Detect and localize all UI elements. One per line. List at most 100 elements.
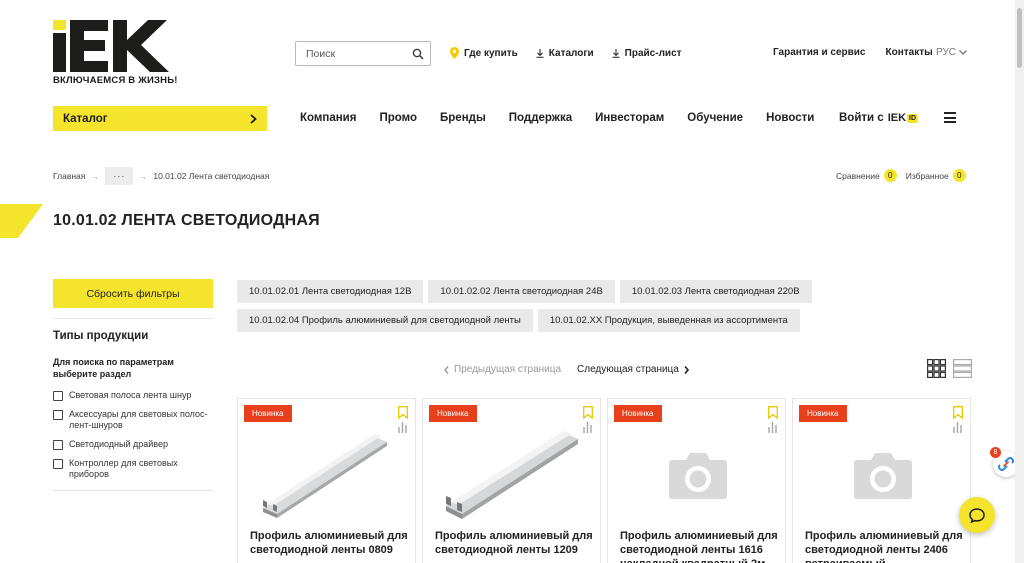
compare-link[interactable]: Сравнение 0 [836,169,897,182]
nav-item-news[interactable]: Новости [766,112,814,124]
filter-option-label: Контроллер для световых приборов [69,458,178,479]
grid-view-icon[interactable] [927,359,946,378]
nav-item-promo[interactable]: Промо [379,112,417,124]
chat-icon [969,507,985,523]
product-image[interactable] [238,427,417,522]
product-name[interactable]: Профиль алюминиевый для светодиодной лен… [805,529,965,563]
next-page-button[interactable]: Следующая страница [577,364,689,375]
list-view-icon[interactable] [953,359,972,378]
subcategory-chip[interactable]: 10.01.02.01 Лента светодиодная 12В [237,280,424,303]
breadcrumb: Главная → ··· → 10.01.02 Лента светодиод… [53,167,269,185]
nav-item-training[interactable]: Обучение [687,112,743,124]
breadcrumb-ellipsis[interactable]: ··· [105,167,134,185]
search-icon[interactable] [412,48,424,60]
iek-id-brand: IEK [887,112,907,124]
chat-button[interactable] [959,497,995,533]
subcategory-chip[interactable]: 10.01.02.03 Лента светодиодная 220В [619,280,812,303]
language-switcher[interactable]: РУС [936,47,967,58]
product-name[interactable]: Профиль алюминиевый для светодиодной лен… [435,529,595,557]
filter-option[interactable]: Аксессуары для световых полос-лент-шнуро… [53,409,213,431]
prev-page-label: Предыдущая страница [454,364,562,375]
filter-option[interactable]: Светодиодный драйвер [53,439,213,450]
where-to-buy-link[interactable]: Где купить [450,47,518,59]
aluminium-profile-image [445,430,578,519]
menu-icon[interactable] [944,112,956,126]
filter-note: Для поиска по параметрам выберите раздел [53,357,174,379]
scrollbar[interactable] [1015,0,1024,563]
iek-logo[interactable] [53,20,185,72]
prev-page-button[interactable]: Предыдущая страница [444,364,561,375]
filter-option[interactable]: Контроллер для световых приборов [53,458,213,480]
bookmark-icon[interactable] [398,406,408,419]
nav-item-investors[interactable]: Инвесторам [595,112,664,124]
warranty-link[interactable]: Гарантия и сервис [773,47,865,58]
product-card[interactable]: Новинка Профиль алюминиевый для светодио… [237,398,416,563]
product-card[interactable]: Новинка Профиль алюминиевый для светодио… [422,398,601,563]
nav-item-support[interactable]: Поддержка [509,112,572,124]
camera-placeholder-icon [668,452,727,499]
iek-logo-mark [53,20,169,72]
chevron-down-icon [959,50,967,55]
view-switcher [927,359,972,378]
sidebar-divider [53,490,213,491]
catalogs-link[interactable]: Каталоги [536,47,594,59]
subcategory-chip[interactable]: 10.01.02.04 Профиль алюминиевый для свет… [237,309,533,332]
subcategory-chip[interactable]: 10.01.02.XX Продукция, выведенная из асс… [537,309,800,332]
next-page-label: Следующая страница [577,364,679,375]
link-icon [998,457,1014,471]
filter-options: Световая полоса лента шнур Аксессуары дл… [53,390,213,488]
notification-count-badge: 8 [990,447,1001,458]
checkbox[interactable] [53,391,63,401]
search-box[interactable] [295,41,431,66]
subcategory-chip[interactable]: 10.01.02.02 Лента светодиодная 24В [428,280,615,303]
checkbox[interactable] [53,459,63,469]
checkbox[interactable] [53,440,63,450]
product-card[interactable]: Новинка Профиль алюминиевый для светодио… [607,398,786,563]
bookmark-icon[interactable] [953,406,963,419]
filter-option-label: Аксессуары для световых полос-лент-шнуро… [69,409,208,430]
reset-filters-button[interactable]: Сбросить фильтры [53,279,213,308]
favorites-link[interactable]: Избранное 0 [906,169,966,182]
checkbox[interactable] [53,410,63,420]
language-label: РУС [936,47,957,58]
product-card[interactable]: Новинка Профиль алюминиевый для светодио… [792,398,971,563]
bookmark-icon[interactable] [768,406,778,419]
new-badge: Новинка [614,405,662,422]
product-name[interactable]: Профиль алюминиевый для светодиодной лен… [250,529,410,557]
product-name[interactable]: Профиль алюминиевый для светодиодной лен… [620,529,780,563]
product-grid: Новинка Профиль алюминиевый для светодио… [237,398,971,563]
contacts-link[interactable]: Контакты [885,47,932,58]
download-icon [536,48,544,58]
compare-count-badge: 0 [883,169,897,182]
login-button[interactable]: Войти с IEK ID [839,112,919,124]
scrollbar-thumb[interactable] [1017,8,1022,68]
iek-id-suffix: ID [907,113,919,123]
catalog-button[interactable]: Каталог [53,106,267,131]
catalogs-label: Каталоги [548,47,594,59]
filter-option[interactable]: Световая полоса лента шнур [53,390,213,401]
iek-id-logo: IEK ID [887,112,919,124]
filter-option-label: Световая полоса лента шнур [69,390,192,400]
title-decoration [0,204,43,238]
header-right-links: Гарантия и сервис Контакты [773,47,933,58]
breadcrumb-arrow-icon: → [91,171,100,181]
filter-option-label: Светодиодный драйвер [69,439,168,449]
product-image[interactable] [423,427,602,522]
nav-item-company[interactable]: Компания [300,112,356,124]
search-input[interactable] [306,47,412,60]
pagination: Предыдущая страница Следующая страница [444,364,689,375]
favorites-label: Избранное [905,170,949,181]
product-image[interactable] [608,427,787,522]
product-image[interactable] [793,427,972,522]
nav-item-brands[interactable]: Бренды [440,112,486,124]
header-links: Где купить Каталоги Прайс-лист [450,47,682,59]
breadcrumb-home[interactable]: Главная [53,171,85,181]
subcategory-chips: 10.01.02.01 Лента светодиодная 12В 10.01… [237,280,857,332]
bookmark-icon[interactable] [583,406,593,419]
breadcrumb-arrow-icon: → [139,171,148,181]
new-badge: Новинка [429,405,477,422]
brand-slogan: ВКЛЮЧАЕМСЯ В ЖИЗНЬ! [53,75,178,86]
page-title: 10.01.02 ЛЕНТА СВЕТОДИОДНАЯ [53,212,320,229]
favorites-count-badge: 0 [952,169,966,182]
price-list-link[interactable]: Прайс-лист [612,47,682,59]
